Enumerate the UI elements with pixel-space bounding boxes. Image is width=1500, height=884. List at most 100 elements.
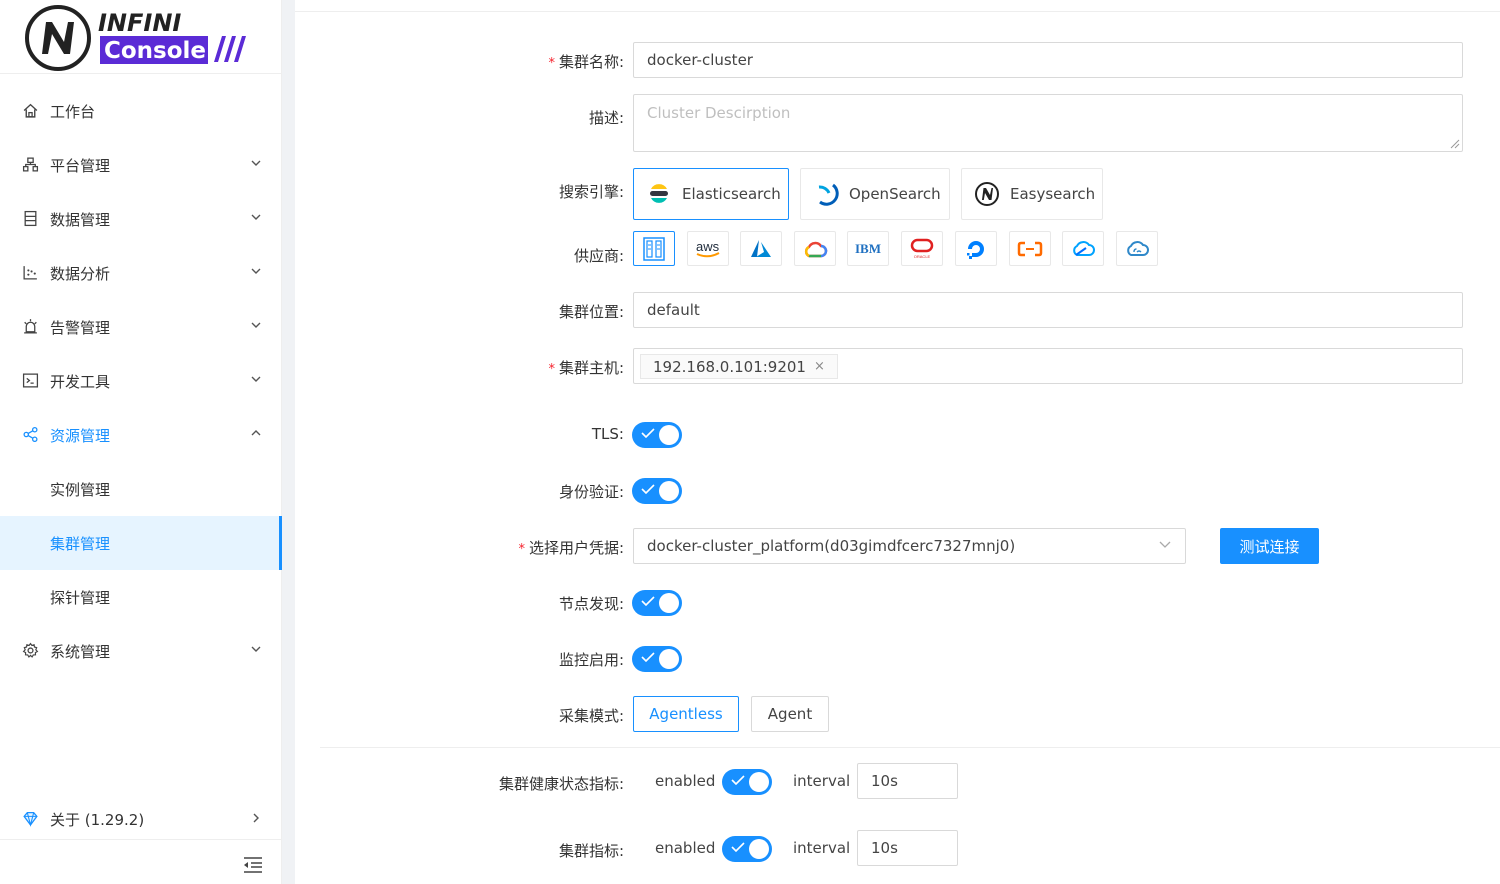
alibaba-cloud-icon bbox=[1017, 241, 1043, 256]
auth-switch[interactable] bbox=[632, 478, 682, 504]
sidebar-item-platform[interactable]: 平台管理 bbox=[0, 138, 282, 192]
engine-option-elasticsearch[interactable]: Elasticsearch bbox=[633, 168, 789, 220]
sidebar-item-agents[interactable]: 探针管理 bbox=[0, 570, 282, 624]
monitor-switch[interactable] bbox=[632, 646, 682, 672]
sidebar-item-label: 系统管理 bbox=[50, 643, 111, 661]
provider-digitalocean[interactable] bbox=[955, 231, 997, 266]
sidebar-menu: 工作台 平台管理 数据管理 数据分析 告警管理 开发工具 资源管理 实例管理 集… bbox=[0, 84, 282, 678]
menu-fold-icon[interactable] bbox=[242, 855, 264, 875]
chevron-down-icon bbox=[251, 160, 261, 166]
engine-label: 搜索引擎: bbox=[558, 183, 624, 201]
sidebar-item-resource[interactable]: 资源管理 bbox=[0, 408, 282, 462]
chevron-down-icon bbox=[251, 646, 261, 652]
gear-icon bbox=[22, 642, 39, 658]
engine-option-easysearch[interactable]: Easysearch bbox=[961, 168, 1103, 220]
chevron-down-icon bbox=[251, 322, 261, 328]
provider-label: 供应商: bbox=[573, 247, 624, 265]
sidebar-item-analysis[interactable]: 数据分析 bbox=[0, 246, 282, 300]
tls-switch[interactable] bbox=[632, 422, 682, 448]
sidebar-item-clusters[interactable]: 集群管理 bbox=[0, 516, 282, 570]
sidebar-item-label: 集群管理 bbox=[50, 535, 111, 553]
health-metric-label: 集群健康状态指标: bbox=[498, 775, 624, 793]
tls-label: TLS: bbox=[591, 425, 624, 443]
description-textarea[interactable]: Cluster Descirption bbox=[633, 94, 1463, 152]
sidebar-item-label: 探针管理 bbox=[50, 589, 111, 607]
sidebar-item-label: 工作台 bbox=[50, 103, 96, 121]
check-icon bbox=[641, 652, 655, 662]
resize-handle-icon[interactable] bbox=[1448, 137, 1460, 149]
chevron-up-icon bbox=[251, 430, 261, 436]
credential-value: docker-cluster_platform(d03gimdfcerc7327… bbox=[647, 537, 1016, 555]
opensearch-icon bbox=[818, 183, 839, 206]
digitalocean-icon bbox=[967, 240, 984, 259]
description-placeholder: Cluster Descirption bbox=[647, 104, 791, 122]
terminal-icon bbox=[22, 373, 39, 388]
cluster-enabled-text: enabled bbox=[655, 839, 716, 857]
cluster-enabled-switch[interactable] bbox=[722, 836, 772, 862]
auth-label: 身份验证: bbox=[558, 483, 624, 501]
health-interval-text: interval bbox=[793, 772, 851, 790]
sidebar-item-label: 数据分析 bbox=[50, 265, 111, 283]
about-item[interactable]: 关于 (1.29.2) bbox=[0, 798, 282, 840]
huawei-cloud-icon bbox=[1127, 240, 1149, 256]
discovery-switch[interactable] bbox=[632, 590, 682, 616]
collect-mode-agent[interactable]: Agent bbox=[751, 696, 829, 732]
sidebar-item-system[interactable]: 系统管理 bbox=[0, 624, 282, 678]
engine-option-label: OpenSearch bbox=[849, 185, 941, 203]
provider-aws[interactable]: aws bbox=[687, 231, 729, 266]
section-divider bbox=[320, 747, 1500, 748]
check-icon bbox=[731, 775, 745, 785]
on-premise-icon bbox=[643, 236, 665, 261]
sidebar-item-devtools[interactable]: 开发工具 bbox=[0, 354, 282, 408]
sidebar-item-alert[interactable]: 告警管理 bbox=[0, 300, 282, 354]
sidebar: INFINI Console 工作台 平台管理 数据管理 数据分析 告警管理 开… bbox=[0, 0, 282, 884]
top-divider bbox=[295, 11, 1500, 12]
provider-alibaba-cloud[interactable] bbox=[1009, 231, 1051, 266]
health-interval-input[interactable]: 10s bbox=[857, 763, 958, 799]
provider-ibm[interactable]: IBM bbox=[847, 231, 889, 266]
tencent-cloud-icon bbox=[1073, 240, 1095, 256]
diamond-icon bbox=[23, 812, 38, 827]
health-interval-value: 10s bbox=[871, 772, 898, 790]
provider-on-premise[interactable] bbox=[633, 231, 675, 266]
cluster-name-input[interactable]: docker-cluster bbox=[633, 42, 1463, 78]
sitemap-icon bbox=[22, 157, 39, 172]
required-mark: * bbox=[518, 542, 525, 557]
easysearch-icon bbox=[975, 182, 999, 206]
azure-icon bbox=[751, 239, 771, 257]
check-icon bbox=[641, 428, 655, 438]
monitor-label: 监控启用: bbox=[558, 651, 624, 669]
tag-close-icon[interactable]: × bbox=[814, 359, 825, 374]
provider-google-cloud[interactable] bbox=[794, 231, 836, 266]
chevron-down-icon bbox=[251, 268, 261, 274]
sidebar-item-data[interactable]: 数据管理 bbox=[0, 192, 282, 246]
hosts-label: * 集群主机: bbox=[548, 359, 624, 377]
ibm-icon: IBM bbox=[855, 241, 881, 256]
alarm-icon bbox=[24, 319, 37, 334]
check-icon bbox=[641, 484, 655, 494]
discovery-label: 节点发现: bbox=[558, 595, 624, 613]
location-input[interactable]: default bbox=[633, 292, 1463, 328]
provider-tencent-cloud[interactable] bbox=[1062, 231, 1104, 266]
provider-azure[interactable] bbox=[740, 231, 782, 266]
infini-console-logo[interactable]: INFINI Console bbox=[24, 4, 264, 72]
layout-gap bbox=[283, 0, 295, 884]
health-enabled-text: enabled bbox=[655, 772, 716, 790]
engine-option-opensearch[interactable]: OpenSearch bbox=[800, 168, 950, 220]
chart-icon bbox=[23, 266, 37, 280]
svg-text:aws: aws bbox=[696, 239, 720, 254]
test-connection-button[interactable]: 测试连接 bbox=[1220, 528, 1319, 564]
sidebar-item-instances[interactable]: 实例管理 bbox=[0, 462, 282, 516]
provider-huawei-cloud[interactable] bbox=[1116, 231, 1158, 266]
chevron-down-icon bbox=[1159, 541, 1171, 548]
check-icon bbox=[731, 842, 745, 852]
chevron-down-icon bbox=[251, 376, 261, 382]
cluster-interval-input[interactable]: 10s bbox=[857, 830, 958, 866]
sidebar-item-workbench[interactable]: 工作台 bbox=[0, 84, 282, 138]
credential-select[interactable]: docker-cluster_platform(d03gimdfcerc7327… bbox=[633, 528, 1186, 564]
health-enabled-switch[interactable] bbox=[722, 769, 772, 795]
sidebar-item-label: 资源管理 bbox=[50, 427, 111, 445]
provider-oracle[interactable]: ORACLE bbox=[901, 231, 943, 266]
collect-mode-agentless[interactable]: Agentless bbox=[633, 696, 739, 732]
engine-option-label: Easysearch bbox=[1010, 185, 1096, 203]
